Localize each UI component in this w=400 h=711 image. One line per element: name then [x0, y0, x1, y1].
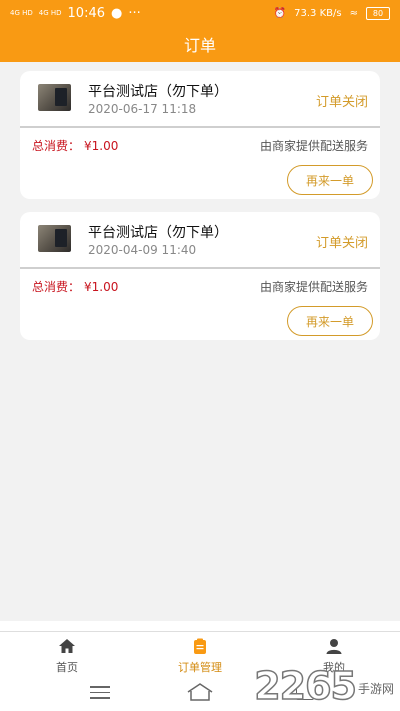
- shop-thumbnail: [38, 225, 71, 252]
- more-dots: ···: [128, 5, 141, 21]
- divider: [20, 126, 380, 128]
- delivery-info: 由商家提供配送服务: [259, 280, 368, 294]
- order-date: 2020-06-17 11:18: [88, 102, 197, 116]
- wifi-icon: ≈: [349, 7, 358, 19]
- total-label: 总消费：: [32, 139, 81, 153]
- reorder-button[interactable]: 再来一单: [287, 306, 373, 336]
- order-total: 总消费： ¥1.00: [32, 278, 118, 295]
- watermark: 2265 手游网: [253, 664, 394, 708]
- delivery-info: 由商家提供配送服务: [259, 139, 368, 153]
- status-bar: 4G HD 4G HD 10:46 ● ··· ⏰ 73.3 KB/s ≈ 80: [0, 0, 400, 26]
- tab-home[interactable]: 首页: [27, 637, 107, 675]
- shop-name: 平台测试店（勿下单）: [88, 84, 228, 100]
- alarm-icon: ⏰: [273, 7, 287, 19]
- menu-icon[interactable]: [90, 686, 110, 700]
- tab-label: 首页: [56, 661, 78, 674]
- user-icon: [326, 639, 342, 654]
- page-title: 订单: [183, 36, 216, 55]
- order-status: 订单关闭: [315, 95, 368, 110]
- watermark-number: 2265: [253, 664, 357, 708]
- clipboard-icon: [194, 638, 206, 654]
- status-time: 10:46: [67, 5, 105, 21]
- total-label: 总消费：: [32, 280, 81, 294]
- bottom-area: 首页 订单管理 我的 2265 手游网: [0, 621, 400, 711]
- total-amount: ¥1.00: [84, 139, 119, 153]
- reorder-button[interactable]: 再来一单: [287, 165, 373, 195]
- shop-thumbnail: [38, 84, 71, 111]
- order-total: 总消费： ¥1.00: [32, 137, 118, 154]
- wechat-icon: ●: [111, 5, 123, 21]
- signal-2: 4G HD: [38, 8, 62, 17]
- divider: [20, 267, 380, 269]
- order-date: 2020-04-09 11:40: [88, 243, 197, 257]
- app-header: 4G HD 4G HD 10:46 ● ··· ⏰ 73.3 KB/s ≈ 80…: [0, 0, 400, 62]
- tab-orders[interactable]: 订单管理: [160, 637, 240, 675]
- signal-1: 4G HD: [10, 8, 33, 17]
- network-speed: 73.3 KB/s: [294, 7, 342, 19]
- home-nav-icon[interactable]: [186, 682, 214, 702]
- watermark-text: 手游网: [357, 682, 394, 696]
- order-status: 订单关闭: [315, 236, 368, 251]
- total-amount: ¥1.00: [84, 280, 119, 294]
- shop-name: 平台测试店（勿下单）: [88, 225, 228, 241]
- battery-icon: 80: [366, 6, 390, 20]
- order-card[interactable]: 平台测试店（勿下单） 2020-06-17 11:18 订单关闭 总消费： ¥1.…: [20, 71, 380, 199]
- order-card[interactable]: 平台测试店（勿下单） 2020-04-09 11:40 订单关闭 总消费： ¥1.…: [20, 212, 380, 340]
- tab-label: 订单管理: [178, 661, 222, 674]
- home-icon: [59, 639, 75, 653]
